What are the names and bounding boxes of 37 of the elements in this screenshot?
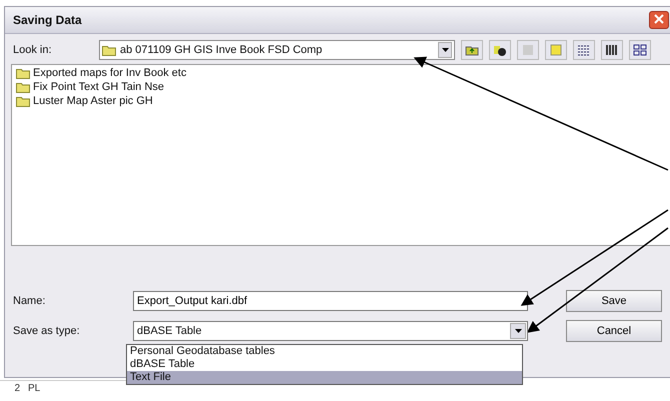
close-button[interactable] xyxy=(649,11,669,29)
folder-item[interactable]: Luster Map Aster pic GH xyxy=(33,95,153,107)
folder-icon xyxy=(102,44,116,56)
list-icon xyxy=(577,44,591,56)
table-cell-text: PL xyxy=(27,382,42,396)
caret-icon xyxy=(514,329,522,333)
globe-button[interactable] xyxy=(489,40,511,60)
save-button[interactable]: Save xyxy=(566,290,662,312)
close-icon xyxy=(654,14,664,24)
look-in-dropdown[interactable]: ab 071109 GH GIS Inve Book FSD Comp xyxy=(99,40,455,60)
folder-icon xyxy=(16,68,30,78)
look-in-label: Look in: xyxy=(13,44,53,56)
list-view-button[interactable] xyxy=(573,40,595,60)
dropdown-option[interactable]: Personal Geodatabase tables xyxy=(127,345,522,358)
grid-icon xyxy=(633,44,647,56)
folder-item[interactable]: Exported maps for Inv Book etc xyxy=(33,67,186,79)
globe-icon xyxy=(493,44,507,56)
dropdown-option[interactable]: dBASE Table xyxy=(127,358,522,371)
folder-icon xyxy=(550,44,562,56)
up-folder-button[interactable] xyxy=(461,40,483,60)
folder-icon xyxy=(16,82,30,92)
table-cell-text: 2 xyxy=(13,382,21,396)
details-view-button[interactable] xyxy=(601,40,623,60)
columns-icon xyxy=(605,44,619,56)
folder-item[interactable]: Fix Point Text GH Tain Nse xyxy=(33,81,164,93)
save-as-type-dropdown[interactable]: dBASE Table xyxy=(133,321,528,341)
square-icon xyxy=(522,44,534,56)
name-field[interactable]: Export_Output kari.dbf xyxy=(133,291,528,311)
caret-icon xyxy=(442,48,448,52)
save-as-type-label: Save as type: xyxy=(13,325,81,337)
folder-up-icon xyxy=(465,44,479,56)
folder-icon xyxy=(16,96,30,106)
window-title: Saving Data xyxy=(5,7,670,34)
dropdown-option[interactable]: Text File xyxy=(127,371,522,384)
thumbnails-view-button[interactable] xyxy=(629,40,651,60)
cancel-button[interactable]: Cancel xyxy=(566,320,662,342)
name-label: Name: xyxy=(13,295,46,307)
